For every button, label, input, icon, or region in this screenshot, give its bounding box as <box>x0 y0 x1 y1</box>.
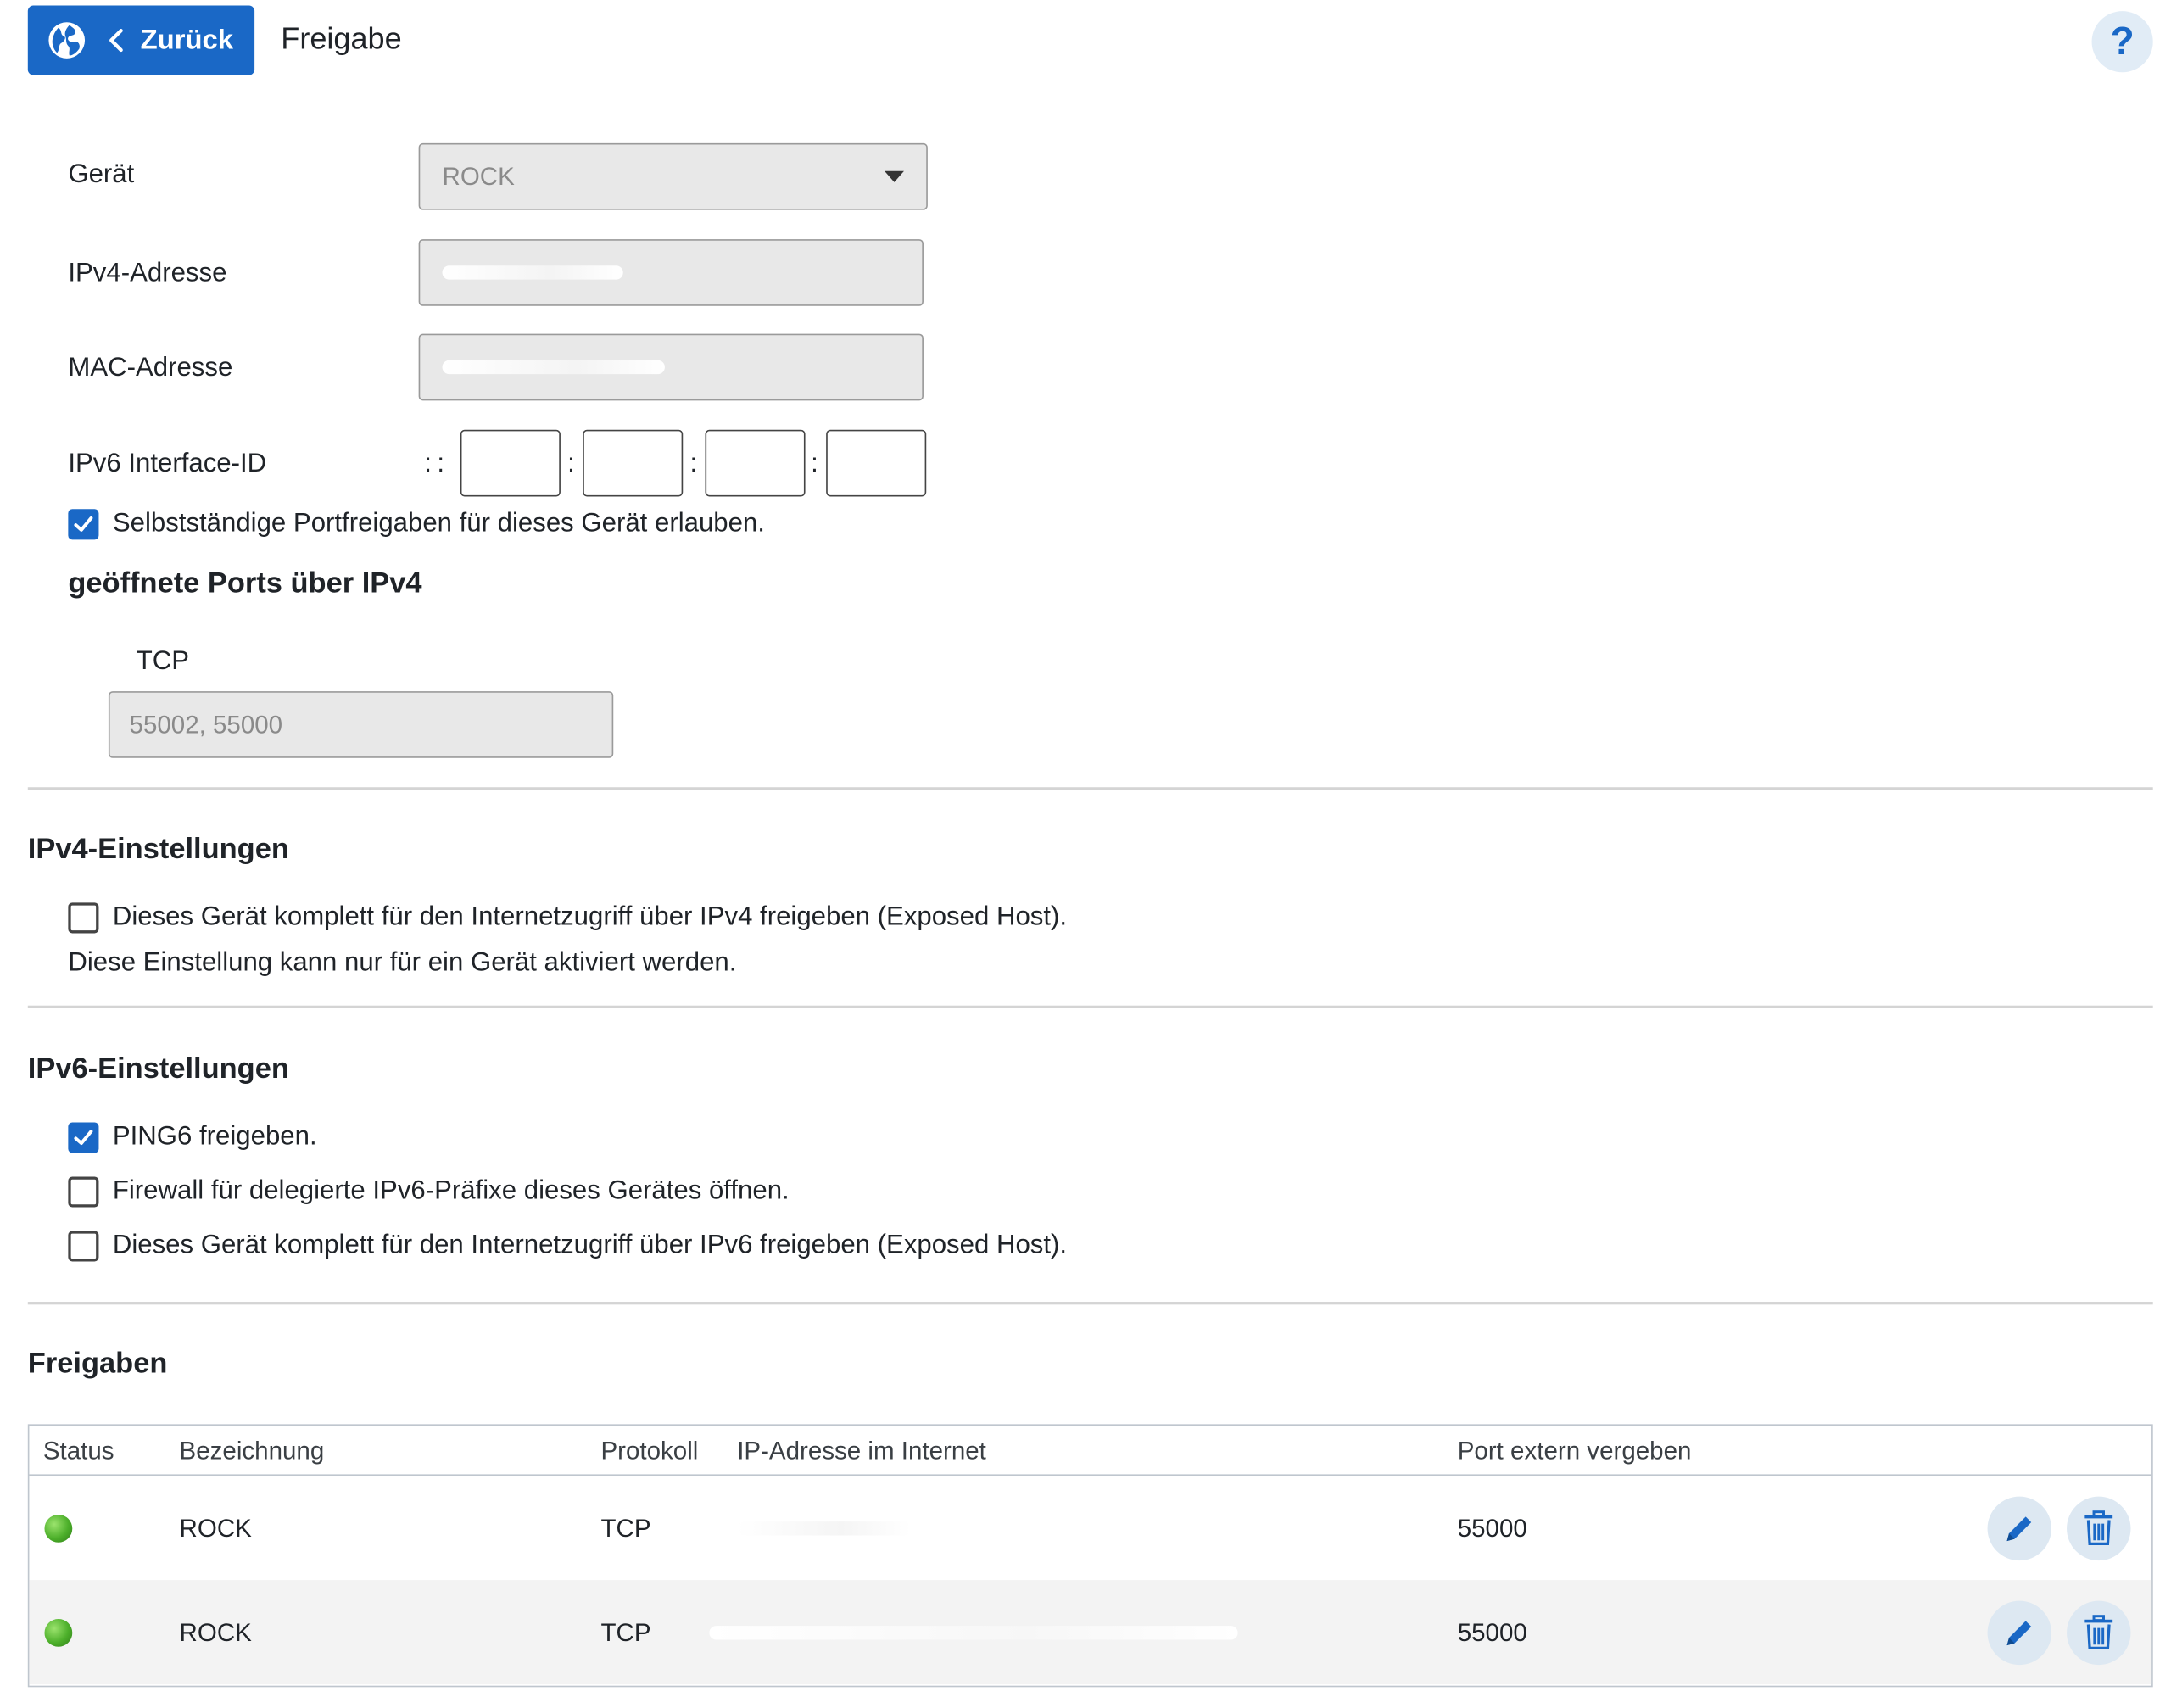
page-title: Freigabe <box>281 20 402 56</box>
table-row: ROCK TCP 55000 <box>29 1580 2152 1685</box>
tcp-label: TCP <box>136 646 190 677</box>
status-active-icon <box>44 1514 73 1543</box>
checkmark-icon <box>74 1130 93 1146</box>
ipv6-segment-2[interactable] <box>583 429 684 497</box>
pencil-icon <box>2006 1621 2032 1646</box>
ipv4-address-field[interactable] <box>418 239 924 306</box>
row-name: ROCK <box>179 1618 252 1647</box>
trash-icon <box>2084 1615 2113 1650</box>
row-port: 55000 <box>1457 1618 1527 1647</box>
ipv6-separator: : <box>811 449 818 479</box>
column-header-name: Bezeichnung <box>179 1437 325 1465</box>
device-select-value: ROCK <box>442 162 515 190</box>
chevron-left-icon <box>109 28 123 53</box>
back-button[interactable]: Zurück <box>27 5 255 75</box>
pencil-icon <box>2006 1516 2032 1542</box>
ipv4-exposed-host-note: Diese Einstellung kann nur für ein Gerät… <box>68 948 737 978</box>
ipv6-exposed-host-checkbox[interactable] <box>68 1231 99 1262</box>
ping6-checkbox[interactable] <box>68 1122 99 1153</box>
edit-button[interactable] <box>1987 1600 2051 1666</box>
row-protocol: TCP <box>600 1618 651 1647</box>
edit-button[interactable] <box>1987 1496 2051 1561</box>
column-header-ip: IP-Adresse im Internet <box>737 1437 986 1465</box>
table-row: ROCK TCP 55000 <box>29 1476 2151 1580</box>
redacted-value <box>442 265 623 280</box>
ping6-row: PING6 freigeben. <box>68 1122 317 1153</box>
ipv4-settings-title: IPv4-Einstellungen <box>27 833 289 866</box>
firewall-label: Firewall für delegierte IPv6-Präfixe die… <box>112 1176 790 1206</box>
ipv6-segment-1[interactable] <box>460 429 561 497</box>
ipv6-exposed-host-label: Dieses Gerät komplett für den Internetzu… <box>112 1231 1068 1260</box>
globe-icon <box>48 22 86 59</box>
divider <box>27 1005 2153 1008</box>
column-header-protocol: Protokoll <box>600 1437 699 1465</box>
mac-label: MAC-Adresse <box>68 353 233 382</box>
ipv4-exposed-host-label: Dieses Gerät komplett für den Internetzu… <box>112 902 1068 932</box>
ipv6-separator: : <box>689 449 698 479</box>
device-select[interactable]: ROCK <box>418 142 928 210</box>
caret-down-icon <box>885 170 904 182</box>
ipv6-segment-3[interactable] <box>705 429 806 497</box>
ipv6-interface-label: IPv6 Interface-ID <box>68 449 267 479</box>
trash-icon <box>2084 1510 2113 1546</box>
tcp-ports-field[interactable]: 55002, 55000 <box>108 691 614 758</box>
delete-button[interactable] <box>2067 1600 2131 1666</box>
redacted-value <box>442 360 665 375</box>
firewall-row: Firewall für delegierte IPv6-Präfixe die… <box>68 1176 790 1208</box>
divider <box>27 787 2153 790</box>
checkmark-icon <box>74 516 93 532</box>
allow-self-ports-label: Selbstständige Portfreigaben für dieses … <box>112 509 765 539</box>
ipv6-prefix: :: <box>424 449 450 479</box>
ping6-label: PING6 freigeben. <box>112 1122 317 1152</box>
ipv6-settings-title: IPv6-Einstellungen <box>27 1052 289 1086</box>
row-port: 55000 <box>1457 1514 1527 1543</box>
help-icon: ? <box>2110 19 2135 63</box>
mac-address-field[interactable] <box>418 333 924 401</box>
page: Zurück Freigabe ? Gerät ROCK IPv4-Adress… <box>0 0 2171 1708</box>
freigaben-title: Freigaben <box>27 1348 168 1380</box>
column-header-port: Port extern vergeben <box>1457 1437 1692 1465</box>
ipv4-exposed-host-checkbox[interactable] <box>68 902 99 934</box>
firewall-checkbox[interactable] <box>68 1176 99 1208</box>
ipv4-label: IPv4-Adresse <box>68 259 227 288</box>
table-header: Status Bezeichnung Protokoll IP-Adresse … <box>29 1426 2152 1476</box>
help-button[interactable]: ? <box>2091 11 2153 73</box>
row-protocol: TCP <box>600 1514 651 1543</box>
redacted-value <box>709 1626 1238 1640</box>
ipv6-separator: : <box>567 449 575 479</box>
back-button-label: Zurück <box>140 24 234 55</box>
tcp-ports-value: 55002, 55000 <box>129 710 283 739</box>
status-active-icon <box>44 1618 73 1647</box>
device-label: Gerät <box>68 159 135 190</box>
row-name: ROCK <box>179 1514 252 1543</box>
divider <box>27 1302 2153 1305</box>
ipv4-exposed-host-row: Dieses Gerät komplett für den Internetzu… <box>68 902 1068 934</box>
delete-button[interactable] <box>2067 1496 2131 1561</box>
allow-self-ports-row: Selbstständige Portfreigaben für dieses … <box>68 509 765 540</box>
open-ports-title: geöffnete Ports über IPv4 <box>68 567 422 600</box>
allow-self-ports-checkbox[interactable] <box>68 509 99 540</box>
freigaben-table: Status Bezeichnung Protokoll IP-Adresse … <box>27 1424 2153 1688</box>
redacted-value <box>737 1521 912 1536</box>
ipv6-exposed-host-row: Dieses Gerät komplett für den Internetzu… <box>68 1231 1068 1262</box>
ipv6-segment-4[interactable] <box>826 429 927 497</box>
column-header-status: Status <box>42 1437 114 1465</box>
